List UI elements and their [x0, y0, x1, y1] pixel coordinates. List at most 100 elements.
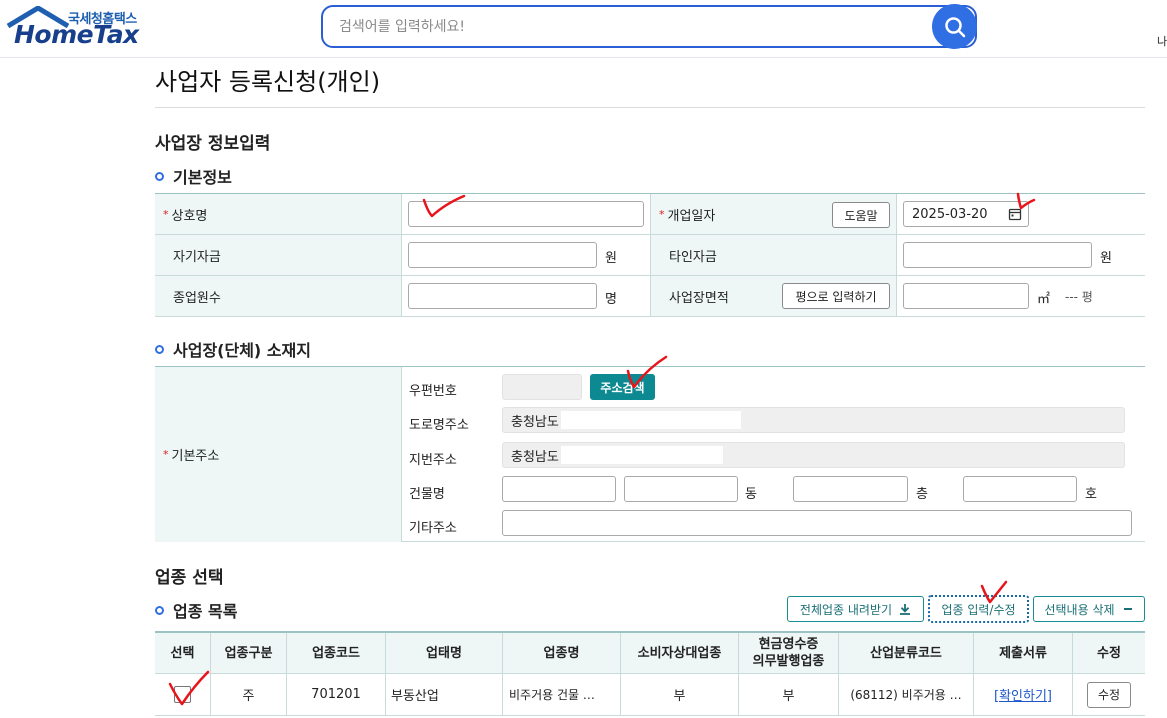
area-input[interactable] — [903, 283, 1029, 309]
redacted-area — [560, 411, 741, 429]
table-row: 자기자금 원 타인자금 원 — [155, 235, 1145, 276]
employees-unit: 명 — [605, 292, 617, 307]
floor-unit: 층 — [916, 487, 928, 502]
building-name-extra-input[interactable] — [624, 476, 738, 502]
pyeong-readout: --- 평 — [1065, 290, 1093, 304]
required-icon: * — [163, 448, 169, 461]
row-industry-name: 비주거용 건물 … — [502, 674, 620, 716]
table-row: 종업원수 명 사업장면적 평으로 입력하기 ㎡ --- 평 — [155, 276, 1145, 317]
required-icon: * — [659, 207, 665, 221]
industry-table: 선택 업종구분 업종코드 업태명 업종명 소비자상대업종 현금영수증 의무발행업… — [155, 631, 1145, 716]
download-icon — [900, 604, 911, 615]
open-date-cell: 2025-03-20 — [896, 194, 1145, 234]
employees-cell: 명 — [401, 276, 650, 316]
open-date-value: 2025-03-20 — [912, 206, 988, 222]
zip-label: 우편번호 — [409, 384, 457, 399]
header-edge-text[interactable]: 나 — [1157, 33, 1167, 49]
row-edit-cell: 수정 — [1072, 674, 1145, 716]
subsection-basic-info-label: 기본정보 — [173, 168, 232, 187]
row-checkbox[interactable] — [174, 686, 191, 703]
basic-info-table: * 상호명 * 개업일자 도움말 2025-03-20 자기자금 원 타인자금 … — [155, 193, 1145, 317]
own-capital-cell: 원 — [401, 235, 650, 275]
trade-name-input[interactable] — [408, 201, 644, 227]
column-header: 선택 — [155, 633, 210, 674]
subsection-industry-list: 업종 목록 — [155, 598, 237, 622]
road-address-label: 도로명주소 — [409, 418, 469, 433]
subsection-basic-info: 기본정보 — [155, 164, 232, 188]
basic-address-label: * 기본주소 — [155, 367, 401, 542]
column-header: 업종명 — [502, 633, 620, 674]
trade-name-cell — [401, 194, 650, 234]
other-capital-input[interactable] — [903, 242, 1092, 268]
subsection-location: 사업장(단체) 소재지 — [155, 337, 311, 361]
industry-input-edit-button[interactable]: 업종 입력/수정 — [928, 595, 1029, 623]
address-cell: 우편번호 주소검색 도로명주소 충청남도 지번주소 충청남도 건물명 동 층 호… — [401, 367, 1145, 542]
row-select-cell — [155, 674, 210, 716]
logo-title: HomeTax — [14, 20, 139, 49]
delete-selected-button[interactable]: 선택내용 삭제 — [1033, 596, 1145, 622]
other-address-input[interactable] — [502, 510, 1132, 536]
table-row: * 상호명 * 개업일자 도움말 2025-03-20 — [155, 194, 1145, 235]
area-unit: ㎡ — [1037, 292, 1051, 307]
column-header: 제출서류 — [973, 633, 1072, 674]
bullet-icon — [155, 344, 164, 354]
road-address-input[interactable]: 충청남도 — [502, 407, 1125, 433]
section-title-business-info: 사업장 정보입력 — [155, 134, 271, 154]
row-cash-receipt: 부 — [738, 674, 838, 716]
subsection-location-label: 사업장(단체) 소재지 — [173, 341, 311, 360]
row-business-type: 부동산업 — [385, 674, 502, 716]
row-consumer: 부 — [620, 674, 738, 716]
column-header: 현금영수증 의무발행업종 — [738, 633, 838, 674]
lot-address-input[interactable]: 충청남도 — [502, 442, 1125, 468]
dong-input[interactable] — [793, 476, 908, 502]
row-documents-cell: [확인하기] — [973, 674, 1072, 716]
row-code: 701201 — [286, 674, 385, 716]
lot-address-label: 지번주소 — [409, 453, 457, 468]
location-table: * 기본주소 우편번호 주소검색 도로명주소 충청남도 지번주소 충청남도 건물명… — [155, 366, 1145, 542]
own-capital-label: 자기자금 — [155, 235, 401, 275]
dong-unit: 동 — [745, 487, 757, 502]
title-divider — [155, 107, 1145, 108]
column-header: 산업분류코드 — [838, 633, 973, 674]
search-input[interactable] — [339, 17, 919, 37]
column-header: 업종코드 — [286, 633, 385, 674]
column-header: 업태명 — [385, 633, 502, 674]
area-pyeong-button[interactable]: 평으로 입력하기 — [782, 283, 890, 309]
hometax-logo[interactable]: 국세청홈택스 HomeTax — [4, 6, 139, 50]
search-button[interactable] — [932, 4, 977, 49]
subsection-industry-list-label: 업종 목록 — [173, 602, 238, 621]
address-search-button[interactable]: 주소검색 — [590, 374, 655, 400]
area-cell: ㎡ --- 평 — [896, 276, 1145, 316]
row-edit-button[interactable]: 수정 — [1087, 681, 1131, 708]
redacted-area — [560, 446, 723, 464]
ho-unit: 호 — [1085, 487, 1097, 502]
employees-input[interactable] — [408, 283, 597, 309]
row-type: 주 — [210, 674, 286, 716]
trade-name-label: * 상호명 — [155, 194, 401, 234]
zip-input[interactable] — [502, 374, 582, 400]
download-all-industries-button[interactable]: 전체업종 내려받기 — [787, 596, 924, 622]
documents-link[interactable]: [확인하기] — [994, 685, 1052, 704]
help-button[interactable]: 도움말 — [832, 202, 890, 228]
other-capital-cell: 원 — [896, 235, 1145, 275]
other-capital-unit: 원 — [1100, 251, 1112, 266]
column-header: 소비자상대업종 — [620, 633, 738, 674]
own-capital-input[interactable] — [408, 242, 597, 268]
other-address-label: 기타주소 — [409, 521, 457, 536]
lot-address-value: 충청남도 — [511, 449, 559, 465]
own-capital-unit: 원 — [605, 251, 617, 266]
calendar-icon[interactable] — [1008, 207, 1022, 221]
other-capital-label: 타인자금 — [650, 235, 896, 275]
column-header: 수정 — [1072, 633, 1145, 674]
building-label: 건물명 — [409, 487, 445, 502]
bullet-icon — [155, 605, 164, 615]
search-box — [321, 5, 977, 48]
floor-input[interactable] — [963, 476, 1077, 502]
building-name-input[interactable] — [502, 476, 616, 502]
required-icon: * — [163, 207, 169, 221]
row-ksic: (68112) 비주거용 … — [838, 674, 973, 716]
open-date-input[interactable]: 2025-03-20 — [903, 201, 1029, 227]
page-title: 사업자 등록신청(개인) — [155, 68, 381, 96]
header: 국세청홈택스 HomeTax 나 — [0, 0, 1167, 58]
bullet-icon — [155, 171, 164, 181]
